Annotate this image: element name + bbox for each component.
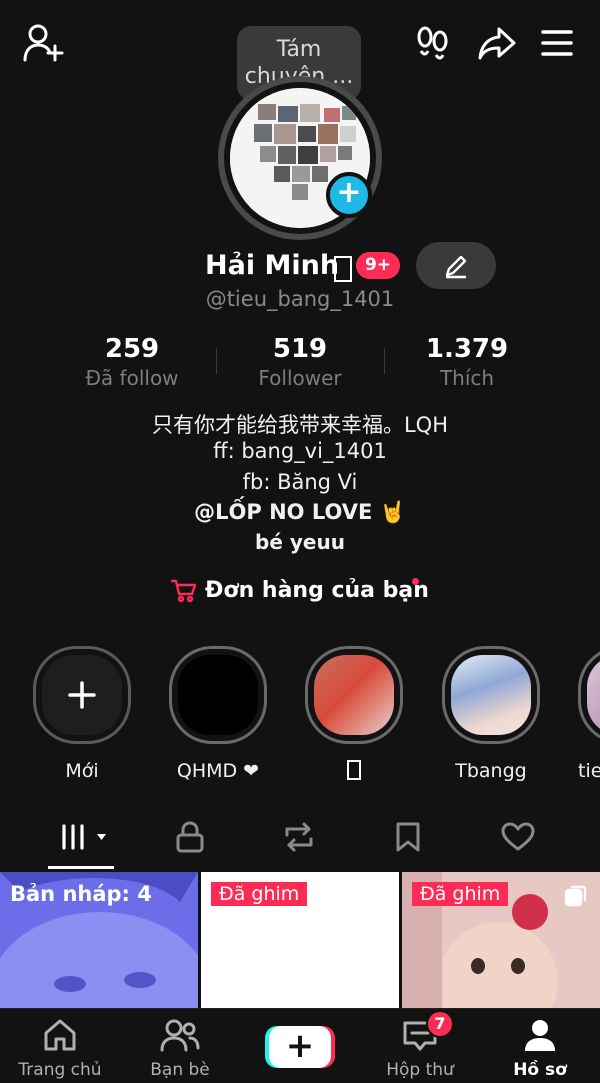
bookmark-icon <box>396 822 420 852</box>
following-count: 259 <box>104 334 160 364</box>
footprint-icon <box>417 26 448 60</box>
orders-notification-dot <box>412 578 419 585</box>
tab-videos[interactable] <box>30 812 140 862</box>
video-thumbnail-pinned[interactable]: Đã ghim <box>402 872 600 1008</box>
lock-icon <box>176 821 204 853</box>
tab-reposts[interactable] <box>244 812 354 862</box>
highlight-item[interactable]: QHMD ❤ <box>168 646 268 782</box>
followers-label: Follower <box>258 366 342 390</box>
pinned-badge: Đã ghim <box>412 882 509 906</box>
nav-profile[interactable]: Hồ sơ <box>480 1018 600 1080</box>
nav-friends-label: Bạn bè <box>150 1060 210 1080</box>
likes-stat[interactable]: 1.379 Thích <box>377 334 557 390</box>
nav-friends[interactable]: Bạn bè <box>120 1018 240 1080</box>
tab-saved[interactable] <box>353 812 463 862</box>
bio-line: bé yeuu <box>255 530 345 554</box>
footprint-button[interactable] <box>412 22 454 64</box>
menu-button[interactable] <box>536 22 578 64</box>
bio-line: ff: bang_vi_1401 <box>213 439 387 463</box>
profile-icon <box>525 1020 555 1051</box>
plus-icon: + <box>336 175 362 210</box>
inbox-badge: 7 <box>426 1010 454 1038</box>
create-button[interactable]: + <box>265 1024 335 1070</box>
display-name: Hải Minh <box>205 250 340 281</box>
cart-icon <box>171 579 197 602</box>
highlight-item[interactable] <box>304 646 404 780</box>
highlight-new[interactable]: Mới <box>32 646 132 782</box>
create-plus-glyph: + <box>285 1026 315 1066</box>
nav-home[interactable]: Trang chủ <box>0 1018 120 1080</box>
nav-inbox[interactable]: Hộp thư <box>360 1018 480 1080</box>
video-thumbnail-pinned[interactable]: Đã ghim <box>201 872 399 1008</box>
orders-label: Đơn hàng của bạn <box>205 578 429 603</box>
highlight-item[interactable]: Tbangg <box>441 646 541 782</box>
missing-glyph-box <box>347 760 361 780</box>
home-icon <box>44 1019 76 1051</box>
add-friend-button[interactable] <box>20 20 66 66</box>
tab-liked[interactable] <box>463 812 573 862</box>
edit-profile-button[interactable] <box>416 242 496 289</box>
share-profile-button[interactable] <box>474 20 520 66</box>
pinned-badge: Đã ghim <box>211 882 308 906</box>
followers-stat[interactable]: 519 Follower <box>210 334 390 390</box>
repost-icon <box>285 822 313 852</box>
highlight-label: Tbangg <box>455 760 527 782</box>
nav-inbox-label: Hộp thư <box>386 1060 454 1080</box>
multi-photo-icon <box>564 885 587 907</box>
followers-count: 519 <box>272 334 328 364</box>
tab-private[interactable] <box>135 812 245 862</box>
menu-icon <box>541 30 573 56</box>
highlight-label: tie <box>578 760 600 782</box>
bio-mention[interactable]: @LỐP NO LOVE 🤘 <box>0 500 600 525</box>
video-thumbnail-draft[interactable]: Bản nháp: 4 <box>0 872 198 1008</box>
highlight-item[interactable]: tie <box>578 646 600 782</box>
draft-count-label: Bản nháp: 4 <box>10 882 152 906</box>
likes-label: Thích <box>439 366 495 390</box>
likes-count: 1.379 <box>425 334 509 364</box>
highlight-label: Mới <box>65 760 99 782</box>
plus-icon <box>68 681 96 709</box>
tab-underline <box>48 866 114 869</box>
username: @tieu_bang_1401 <box>205 287 395 311</box>
share-icon <box>478 27 516 60</box>
following-label: Đã follow <box>85 366 179 390</box>
grid-icon <box>62 824 106 850</box>
highlight-label: QHMD ❤ <box>176 760 260 782</box>
bio-line: fb: Băng Vi <box>242 470 358 494</box>
missing-glyph-box <box>334 256 352 282</box>
following-stat[interactable]: 259 Đã follow <box>42 334 222 390</box>
heart-icon <box>501 822 535 851</box>
nav-profile-label: Hồ sơ <box>513 1060 567 1080</box>
friends-icon <box>160 1019 200 1052</box>
add-friend-icon <box>23 24 64 62</box>
bio-line: 只有你才能给我带来幸福。LQH <box>151 413 449 437</box>
orders-link[interactable]: Đơn hàng của bạn <box>0 578 600 603</box>
add-story-button[interactable]: + <box>326 172 372 218</box>
notification-badge[interactable]: 9+ <box>356 252 400 279</box>
nav-home-label: Trang chủ <box>18 1060 102 1080</box>
pencil-icon <box>445 255 467 278</box>
